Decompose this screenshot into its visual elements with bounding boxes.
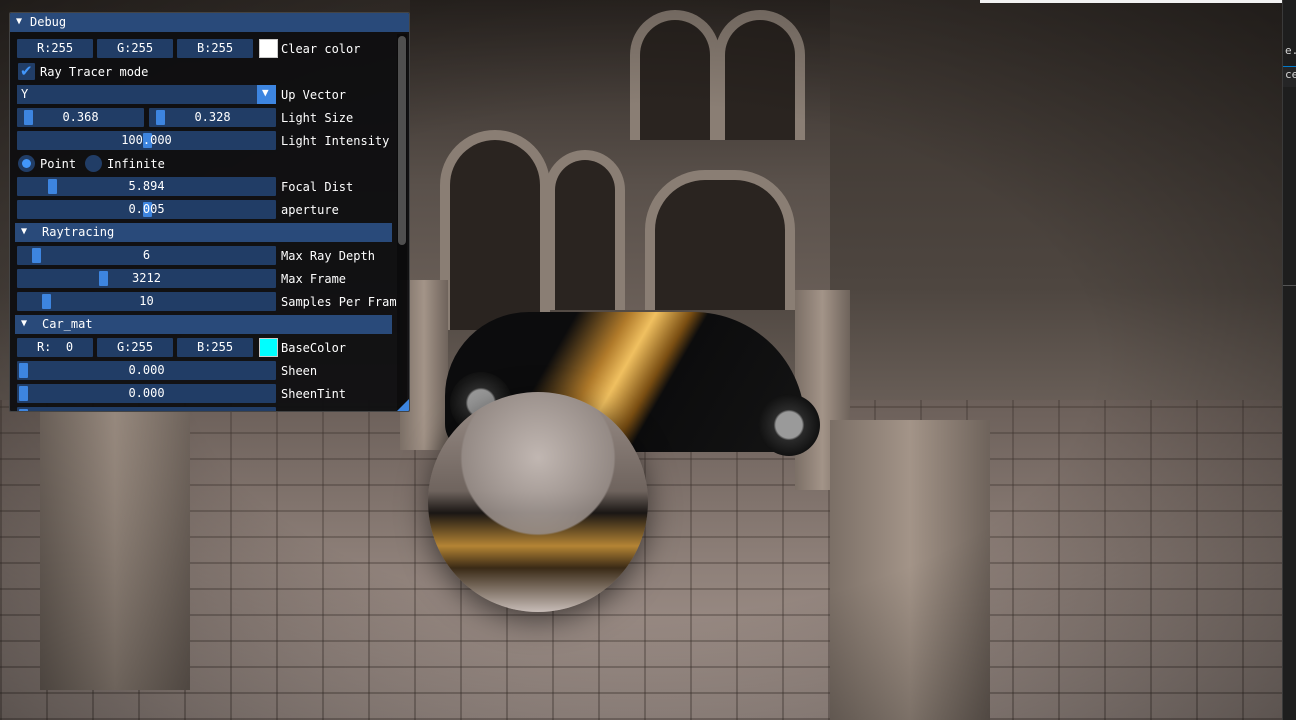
point-radio-label: Point <box>40 157 77 171</box>
light-size-y-value: 0.328 <box>194 110 231 124</box>
max-ray-depth-label: Max Ray Depth <box>281 249 375 263</box>
ray-tracer-mode-row: ✔ Ray Tracer mode <box>10 62 409 82</box>
light-intensity-row: 100.000 Light Intensity <box>10 131 409 151</box>
divider <box>1283 285 1296 286</box>
slider-grab[interactable] <box>99 271 108 286</box>
next-property-row <box>10 407 409 411</box>
slider-grab[interactable] <box>24 110 33 125</box>
base-color-label: BaseColor <box>281 341 347 355</box>
samples-per-frame-label: Samples Per Fram <box>281 295 397 309</box>
aperture-slider[interactable]: 0.005 <box>17 200 276 219</box>
clear-color-swatch[interactable] <box>259 39 278 58</box>
debug-title-bar[interactable]: ▼ Debug <box>10 13 409 32</box>
focal-dist-slider[interactable]: 5.894 <box>17 177 276 196</box>
light-size-label: Light Size <box>281 111 354 125</box>
window-title: Debug <box>30 15 67 29</box>
light-intensity-slider[interactable]: 100.000 <box>17 131 276 150</box>
raytracing-header[interactable]: ▼ Raytracing <box>15 223 392 242</box>
clear-color-row: R:255 G:255 B:255 Clear color <box>10 39 409 59</box>
base-color-b-field[interactable]: B:255 <box>177 338 253 357</box>
base-color-row: R: 0 G:255 B:255 BaseColor <box>10 338 409 358</box>
max-ray-depth-slider[interactable]: 6 <box>17 246 276 265</box>
radio-dot <box>22 159 31 168</box>
scrollbar-thumb[interactable] <box>398 36 406 245</box>
clear-color-r-field[interactable]: R:255 <box>17 39 93 58</box>
aperture-row: 0.005 aperture <box>10 200 409 220</box>
light-size-x-value: 0.368 <box>62 110 99 124</box>
car-mat-title: Car_mat <box>42 317 93 331</box>
light-size-x-slider[interactable]: 0.368 <box>17 108 144 127</box>
max-ray-depth-value: 6 <box>142 248 151 262</box>
combo-arrow-button[interactable]: ▼ <box>257 85 276 104</box>
editor-fragment-text: e.r <box>1285 44 1296 57</box>
light-intensity-label: Light Intensity <box>281 134 390 148</box>
check-icon: ✔ <box>20 62 33 80</box>
ray-tracer-mode-label: Ray Tracer mode <box>40 65 149 79</box>
focal-dist-row: 5.894 Focal Dist <box>10 177 409 197</box>
debug-window[interactable]: ▼ Debug R:255 G:255 B:255 Clear color ✔ … <box>9 12 410 412</box>
max-frame-row: 3212 Max Frame <box>10 269 409 289</box>
slider-grab[interactable] <box>19 386 28 401</box>
slider-grab[interactable] <box>19 363 28 378</box>
aperture-label: aperture <box>281 203 339 217</box>
window-edge <box>980 0 1282 3</box>
max-frame-value: 3212 <box>132 271 161 285</box>
infinite-radio-label: Infinite <box>107 157 165 171</box>
sheen-tint-label: SheenTint <box>281 387 347 401</box>
base-color-g-field[interactable]: G:255 <box>97 338 173 357</box>
sheen-tint-value: 0.000 <box>128 386 165 400</box>
point-radio[interactable] <box>18 155 35 172</box>
slider-grab[interactable] <box>32 248 41 263</box>
focal-dist-value: 5.894 <box>128 179 165 193</box>
base-color-r-field[interactable]: R: 0 <box>17 338 93 357</box>
sheen-tint-slider[interactable]: 0.000 <box>17 384 276 403</box>
clear-color-g-field[interactable]: G:255 <box>97 39 173 58</box>
light-size-row: 0.368 0.328 Light Size <box>10 108 409 128</box>
raytracing-title: Raytracing <box>42 225 115 239</box>
sheen-label: Sheen <box>281 364 318 378</box>
max-frame-slider[interactable]: 3212 <box>17 269 276 288</box>
samples-per-frame-slider[interactable]: 10 <box>17 292 276 311</box>
sheen-slider[interactable]: 0.000 <box>17 361 276 380</box>
editor-strip: e.r ce <box>1282 0 1296 720</box>
max-ray-depth-row: 6 Max Ray Depth <box>10 246 409 266</box>
slider-grab[interactable] <box>48 179 57 194</box>
up-vector-combo[interactable]: Y ▼ <box>17 85 276 104</box>
collapse-arrow-icon: ▼ <box>21 318 28 329</box>
up-vector-label: Up Vector <box>281 88 347 102</box>
next-property-slider[interactable] <box>17 407 276 411</box>
editor-fragment-text: ce <box>1285 68 1296 81</box>
slider-grab[interactable] <box>156 110 165 125</box>
slider-grab[interactable] <box>19 409 28 411</box>
light-type-row: Point Infinite <box>10 154 409 174</box>
sheen-value: 0.000 <box>128 363 165 377</box>
max-frame-label: Max Frame <box>281 272 347 286</box>
focal-dist-label: Focal Dist <box>281 180 354 194</box>
infinite-radio[interactable] <box>85 155 102 172</box>
samples-per-frame-value: 10 <box>139 294 154 308</box>
collapse-arrow-icon: ▼ <box>21 226 28 237</box>
collapse-arrow-icon[interactable]: ▼ <box>16 16 22 27</box>
samples-per-frame-row: 10 Samples Per Fram <box>10 292 409 312</box>
car-mat-header[interactable]: ▼ Car_mat <box>15 315 392 334</box>
up-vector-value: Y <box>21 87 29 101</box>
chevron-down-icon: ▼ <box>262 86 269 99</box>
aperture-value: 0.005 <box>128 202 165 216</box>
up-vector-row: Y ▼ Up Vector <box>10 85 409 105</box>
base-color-swatch[interactable] <box>259 338 278 357</box>
light-intensity-value: 100.000 <box>121 133 172 147</box>
debug-scrollbar[interactable] <box>397 34 407 411</box>
slider-grab[interactable] <box>42 294 51 309</box>
sheen-row: 0.000 Sheen <box>10 361 409 381</box>
clear-color-b-field[interactable]: B:255 <box>177 39 253 58</box>
sheen-tint-row: 0.000 SheenTint <box>10 384 409 404</box>
clear-color-label: Clear color <box>281 42 361 56</box>
light-size-y-slider[interactable]: 0.328 <box>149 108 276 127</box>
resize-grip-icon[interactable] <box>397 399 409 411</box>
ray-tracer-mode-checkbox[interactable]: ✔ <box>18 62 35 80</box>
